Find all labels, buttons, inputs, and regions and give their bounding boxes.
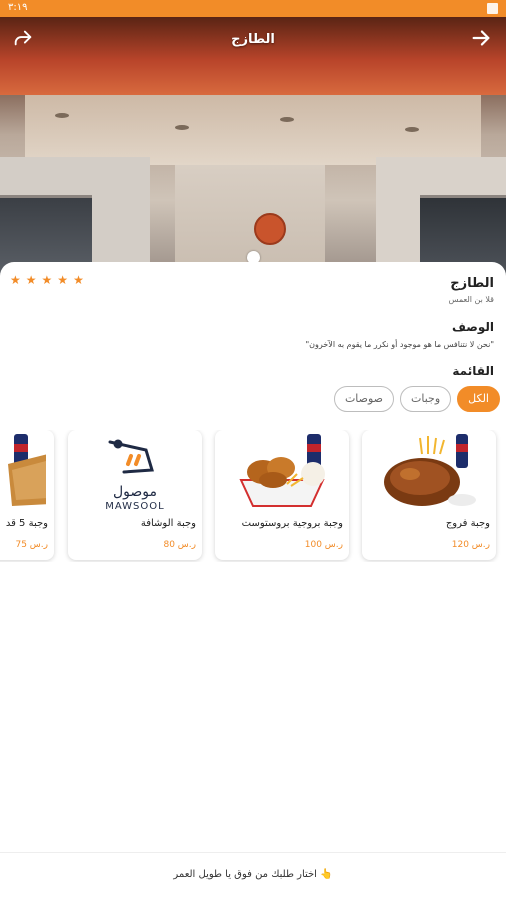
- arrow-right-icon[interactable]: [470, 27, 494, 51]
- menu-item-price: 120 ر.س: [451, 540, 490, 550]
- mawsool-logo: موصول MAWSOOL: [76, 434, 194, 512]
- page-title: الطازج: [231, 32, 275, 47]
- hero-canopy: [0, 17, 506, 95]
- star-icon: ★: [41, 273, 53, 287]
- description-text: "نحن لا نتنافس ما هو موجود أو نكرر ما يق…: [305, 340, 494, 349]
- menu-item-name: وجبة 5 قد: [5, 518, 48, 529]
- menu-item-card[interactable]: وجبة 5 قد 75 ر.س: [0, 430, 54, 560]
- tab-sauces[interactable]: صوصات: [333, 386, 395, 412]
- menu-items-carousel[interactable]: وجبة فروج 120 ر.س وجبة بروجية بروستوست 1…: [0, 430, 506, 562]
- menu-item-name: وجبة الوشافة: [140, 518, 196, 529]
- menu-heading: القائمة: [452, 364, 494, 378]
- star-icon: ★: [25, 273, 37, 287]
- bottom-hint-bar: اختار طلبك من فوق يا طويل العمر 👆: [0, 852, 506, 900]
- menu-category-tabs: الكل وجبات صوصات: [333, 386, 500, 412]
- menu-item-card[interactable]: وجبة فروج 120 ر.س: [362, 430, 496, 560]
- restaurant-name: الطازج: [450, 276, 494, 291]
- logo-arabic-text: موصول: [113, 484, 157, 500]
- logo-latin-text: MAWSOOL: [105, 501, 164, 512]
- tab-meals[interactable]: وجبات: [400, 386, 452, 412]
- samosa-meal-image: [0, 434, 54, 512]
- hero-sign: [254, 213, 286, 245]
- tab-all[interactable]: الكل: [457, 386, 500, 412]
- menu-item-price: 100 ر.س: [304, 540, 343, 550]
- star-icon: ★: [57, 273, 69, 287]
- restaurant-location: قلا بن العمس: [448, 295, 494, 304]
- chicken-meal-image: [370, 434, 488, 512]
- rating-stars: ★ ★ ★ ★ ★: [10, 274, 84, 286]
- star-icon: ★: [73, 273, 84, 287]
- status-bar: ٣:١٩: [0, 0, 506, 17]
- restaurant-hero-image: الطازج: [0, 17, 506, 279]
- notification-icon: [487, 3, 498, 14]
- menu-item-name: وجبة فروج: [445, 518, 490, 529]
- restaurant-info-card: ★ ★ ★ ★ ★ الطازج قلا بن العمس الوصف "نحن…: [0, 262, 506, 900]
- order-hint-text: اختار طلبك من فوق يا طويل العمر 👆: [173, 869, 333, 880]
- star-icon: ★: [10, 273, 21, 287]
- broasted-meal-image: [223, 434, 341, 512]
- status-time: ٣:١٩: [8, 2, 28, 13]
- share-icon[interactable]: [12, 27, 36, 51]
- menu-item-card[interactable]: موصول MAWSOOL وجبة الوشافة 80 ر.س: [68, 430, 202, 560]
- menu-item-name: وجبة بروجية بروستوست: [241, 518, 343, 529]
- menu-item-price: 75 ر.س: [15, 540, 48, 550]
- hero-ceiling: [25, 95, 481, 165]
- description-heading: الوصف: [451, 320, 494, 334]
- menu-item-price: 80 ر.س: [163, 540, 196, 550]
- menu-item-card[interactable]: وجبة بروجية بروستوست 100 ر.س: [215, 430, 349, 560]
